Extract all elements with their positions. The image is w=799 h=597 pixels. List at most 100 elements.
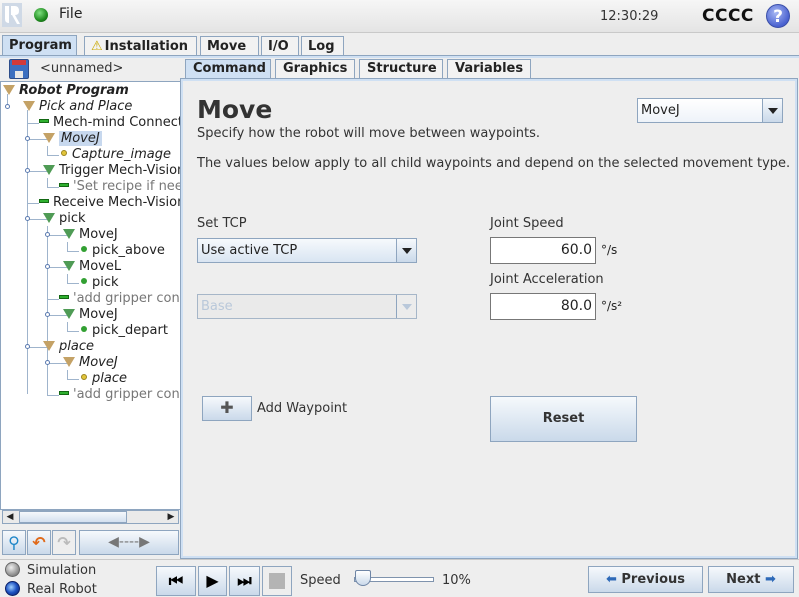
search-icon: ⚲ — [8, 533, 20, 552]
node-label: MoveJ — [79, 355, 118, 370]
tab-installation[interactable]: ⚠ Installation — [84, 36, 197, 56]
tree-node[interactable]: pick — [43, 211, 86, 227]
tree-node[interactable]: 'add gripper cont — [59, 387, 180, 403]
collapse-toggle[interactable] — [45, 360, 50, 365]
redo-button[interactable]: ↷ — [52, 530, 76, 555]
tab-variables[interactable]: Variables — [447, 59, 531, 79]
joint-acceleration-unit: °/s² — [601, 299, 623, 313]
tree-node[interactable]: Mech-mind Connect — [39, 115, 181, 131]
real-robot-radio[interactable] — [5, 581, 20, 596]
tree-connector — [47, 395, 59, 396]
simulation-radio[interactable] — [5, 562, 20, 577]
collapse-toggle[interactable] — [45, 264, 50, 269]
undo-icon: ↶ — [32, 533, 46, 552]
tree-node[interactable]: Receive Mech-Vision — [39, 195, 180, 211]
collapse-toggle[interactable] — [25, 136, 30, 141]
page-title: Move — [197, 95, 273, 124]
tab-io[interactable]: I/O — [261, 36, 299, 56]
tree-node[interactable]: MoveJ — [63, 355, 118, 371]
collapse-toggle[interactable] — [45, 312, 50, 317]
node-label: Mech-mind Connect — [53, 115, 181, 130]
node-label: 'Set recipe if nee — [73, 179, 181, 194]
tab-command[interactable]: Command — [185, 59, 271, 79]
search-button[interactable]: ⚲ — [2, 530, 26, 555]
stop-button[interactable] — [262, 566, 292, 596]
robot-name: CCCC — [702, 6, 754, 26]
undo-button[interactable]: ↶ — [27, 530, 51, 555]
previous-button[interactable]: ⬅ Previous — [588, 566, 703, 593]
move-node-button[interactable]: ◀----▶ — [79, 530, 179, 555]
collapse-toggle[interactable] — [25, 168, 30, 173]
speed-slider-thumb[interactable] — [355, 570, 371, 586]
tree-node[interactable]: place — [81, 371, 127, 387]
collapse-toggle[interactable] — [25, 344, 30, 349]
folder-triangle-icon — [23, 101, 35, 111]
tree-connector — [67, 331, 79, 332]
waypoint-icon — [61, 150, 67, 156]
joint-speed-input[interactable]: 60.0 — [490, 237, 596, 264]
tree-connector — [27, 110, 28, 394]
step-icon: ⏭ — [237, 571, 252, 590]
folder-triangle-icon — [43, 165, 55, 175]
scroll-left-icon[interactable]: ◀ — [3, 511, 17, 523]
tcp-select[interactable]: Use active TCP — [197, 238, 417, 263]
play-icon: ▶ — [206, 571, 219, 590]
tab-structure[interactable]: Structure — [359, 59, 443, 79]
joint-acceleration-input[interactable]: 80.0 — [490, 293, 596, 320]
help-icon[interactable]: ? — [766, 4, 790, 28]
tree-node[interactable]: Pick and Place — [23, 99, 132, 115]
tab-log[interactable]: Log — [301, 36, 344, 56]
reset-button[interactable]: Reset — [490, 396, 637, 442]
tree-node[interactable]: place — [43, 339, 94, 355]
arrow-right-icon: ➡ — [764, 572, 776, 587]
add-waypoint-label: Add Waypoint — [257, 401, 348, 416]
save-icon[interactable] — [9, 59, 29, 79]
rewind-button[interactable]: ⏮ — [156, 566, 196, 596]
scrollbar-thumb[interactable] — [19, 511, 127, 523]
next-button[interactable]: Next ➡ — [708, 566, 794, 593]
footer-divider — [0, 559, 799, 560]
collapse-toggle[interactable] — [5, 104, 10, 109]
tree-node-selected[interactable]: MoveJ — [43, 131, 102, 147]
collapse-toggle[interactable] — [45, 232, 50, 237]
folder-triangle-icon — [63, 309, 75, 319]
main-tabs: Program ⚠ Installation Move I/O Log — [0, 34, 799, 56]
tree-node[interactable]: MoveL — [63, 259, 121, 275]
tree-node-robot-program[interactable]: Robot Program — [3, 83, 129, 99]
node-label: place — [59, 339, 94, 354]
file-menu[interactable]: File — [59, 6, 82, 22]
feature-select: Base — [197, 294, 417, 319]
tree-connector — [47, 299, 59, 300]
tab-label: Command — [193, 61, 266, 76]
tab-program[interactable]: Program — [2, 35, 77, 56]
tree-node[interactable]: pick — [81, 275, 119, 291]
tree-node[interactable]: MoveJ — [63, 227, 118, 243]
collapse-toggle[interactable] — [25, 216, 30, 221]
select-value: Base — [201, 299, 233, 314]
move-type-select[interactable]: MoveJ — [637, 98, 783, 123]
tab-move[interactable]: Move — [200, 36, 259, 56]
tab-graphics[interactable]: Graphics — [275, 59, 355, 79]
step-button[interactable]: ⏭ — [229, 566, 260, 596]
tree-node[interactable]: 'Set recipe if nee — [59, 179, 181, 195]
tree-connector — [67, 379, 79, 380]
node-label: Robot Program — [19, 83, 129, 98]
tree-node[interactable]: Capture_image — [61, 147, 171, 163]
tree-node[interactable]: 'add gripper cont — [59, 291, 180, 307]
script-icon — [39, 199, 49, 203]
tree-node[interactable]: pick_depart — [81, 323, 168, 339]
add-waypoint-button[interactable]: ✚ — [202, 396, 252, 421]
tcp-label: Set TCP — [197, 216, 247, 231]
tree-node[interactable]: MoveJ — [63, 307, 118, 323]
tab-label: Variables — [455, 61, 524, 76]
page-description: The values below apply to all child wayp… — [197, 156, 791, 171]
play-button[interactable]: ▶ — [198, 566, 227, 596]
tree-node[interactable]: Trigger Mech-Vision — [43, 163, 180, 179]
program-tree[interactable]: Robot Program Pick and Place Mech-mind C… — [0, 81, 181, 510]
chevron-down-icon — [396, 295, 416, 318]
clock: 12:30:29 — [600, 9, 659, 24]
tree-node[interactable]: pick_above — [81, 243, 165, 259]
folder-triangle-icon — [3, 85, 15, 95]
waypoint-icon — [81, 246, 87, 252]
scroll-right-icon[interactable]: ▶ — [164, 511, 178, 523]
